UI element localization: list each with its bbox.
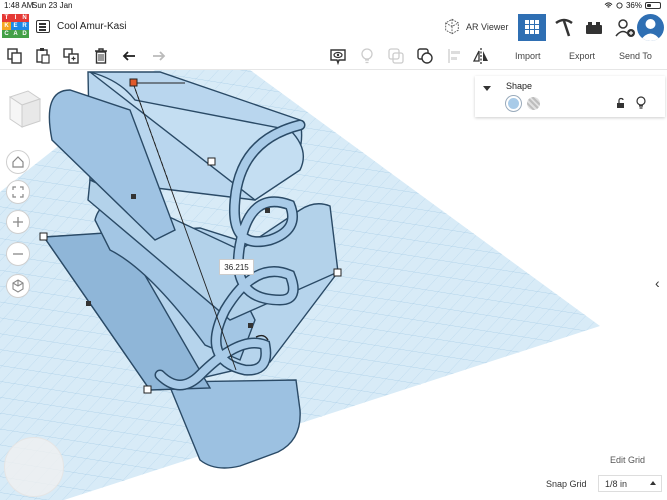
grid-icon [525,20,539,34]
avatar-person-icon [640,19,661,41]
lock-rotation-icon [616,2,623,9]
paste-icon[interactable] [34,47,52,65]
logo-letter: E [11,22,20,30]
logo-letter: D [20,30,29,38]
perspective-cube-icon [12,279,24,293]
edge-handle-3[interactable] [86,301,91,306]
export-button[interactable]: Export [569,51,595,61]
edge-handle-4[interactable] [248,323,253,328]
tinkercad-app: 1:48 AM Sun 23 Jan 36% TIN KER CAD Cool Am… [0,0,667,500]
send-to-button[interactable]: Send To [619,51,652,61]
view-cube[interactable] [0,85,46,131]
app-header: TIN KER CAD Cool Amur-Kasi AR Viewer [0,12,667,42]
corner-handle-left[interactable] [39,232,48,241]
ar-viewer-label: AR Viewer [466,21,509,32]
battery-icon [645,2,661,9]
workplane-scene[interactable] [0,70,667,500]
blocks-pickaxe-icon[interactable] [553,17,575,39]
home-view-button[interactable] [6,150,30,174]
status-right: 36% [604,1,661,10]
copy-icon[interactable] [6,47,24,65]
logo-letter: C [2,30,11,38]
snap-grid-label: Snap Grid [546,479,587,489]
import-button[interactable]: Import [515,51,541,61]
minus-icon [13,253,23,255]
chevron-up-icon [650,481,656,485]
height-handle[interactable] [129,78,138,87]
show-all-icon[interactable] [329,47,347,65]
undo-icon[interactable] [121,47,139,65]
workplane-canvas[interactable] [0,70,667,500]
user-avatar[interactable] [637,14,664,41]
shape-inspector-panel: Shape [475,76,665,117]
status-time: 1:48 AM [4,1,34,10]
invite-user-icon[interactable] [614,17,636,39]
fit-view-button[interactable] [6,180,30,204]
hole-swatch[interactable] [527,97,540,110]
notes-bulb-icon[interactable] [358,47,376,65]
touch-joystick[interactable] [4,437,64,497]
expand-shapes-panel-icon[interactable]: ‹ [655,275,665,295]
fit-icon [12,186,24,198]
wifi-icon [604,2,613,8]
plus-icon [13,217,23,227]
design-title[interactable]: Cool Amur-Kasi [57,21,126,32]
logo-letter: T [2,14,11,22]
visibility-bulb-icon[interactable] [635,96,647,110]
collapse-panel-icon[interactable] [483,86,491,91]
zoom-in-button[interactable] [6,210,30,234]
zoom-out-button[interactable] [6,242,30,266]
corner-handle-top[interactable] [207,157,216,166]
logo-letter: R [20,22,29,30]
home-icon [12,156,24,168]
status-bar: 1:48 AM Sun 23 Jan 36% [0,0,667,12]
edit-toolbar: Import Export Send To [0,42,667,70]
solid-color-swatch[interactable] [506,96,521,111]
height-measurement-input[interactable]: 36.215 [219,259,254,275]
design-menu-icon[interactable] [36,20,50,33]
mirror-icon[interactable] [472,47,490,65]
panel-title: Shape [506,81,533,91]
logo-letter: N [20,14,29,22]
snap-grid-value: 1/8 in [605,479,628,489]
align-icon[interactable] [446,47,464,65]
ar-viewer-button[interactable]: AR Viewer [443,17,508,36]
3d-design-view-button[interactable] [518,14,546,41]
edge-handle-1[interactable] [131,194,136,199]
group-icon[interactable] [387,47,405,65]
corner-handle-right[interactable] [333,268,342,277]
corner-handle-bottom[interactable] [143,385,152,394]
ungroup-icon[interactable] [416,47,434,65]
unlock-icon[interactable] [615,97,627,109]
delete-icon[interactable] [92,47,110,65]
battery-percent: 36% [625,1,642,10]
status-date: Sun 23 Jan [32,1,73,10]
perspective-button[interactable] [6,274,30,298]
logo-letter: K [2,22,11,30]
ar-cube-icon [445,18,459,35]
duplicate-icon[interactable] [62,47,80,65]
edge-handle-2[interactable] [265,208,270,213]
snap-grid-select[interactable]: 1/8 in [598,475,662,492]
logo-letter: A [11,30,20,38]
edit-grid-button[interactable]: Edit Grid [610,455,645,465]
logo-letter: I [11,14,20,22]
tinkercad-logo[interactable]: TIN KER CAD [2,14,29,39]
redo-icon[interactable] [149,47,167,65]
bricks-icon[interactable] [585,21,603,35]
